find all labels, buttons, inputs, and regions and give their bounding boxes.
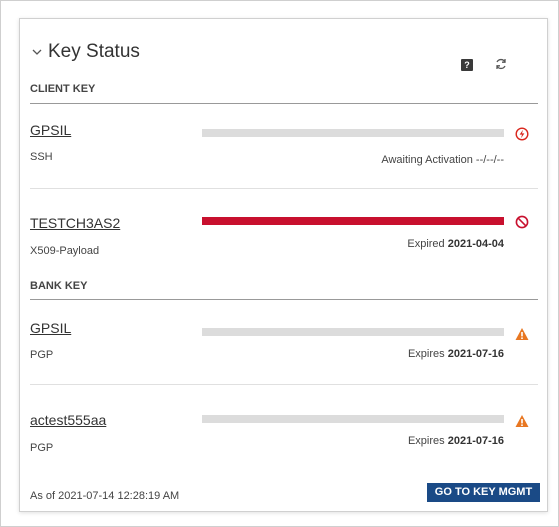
key-type: X509-Payload xyxy=(30,245,100,257)
chevron-down-icon xyxy=(32,49,42,55)
go-to-key-mgmt-button[interactable]: GO TO KEY MGMT xyxy=(427,483,540,502)
key-progress-bar xyxy=(202,328,504,336)
row-divider xyxy=(30,384,538,385)
help-icon[interactable]: ? xyxy=(461,59,473,71)
page-frame: Key Status ? CLIENT KEY GPSIL SSH Awaiti… xyxy=(0,0,559,527)
lightning-circle-icon xyxy=(515,127,529,141)
bank-key-section-label: BANK KEY xyxy=(30,280,88,292)
key-type: SSH xyxy=(30,151,53,163)
key-status-text: Expired 2021-04-04 xyxy=(407,238,504,250)
warning-triangle-icon xyxy=(515,328,529,340)
status-prefix: Expires xyxy=(407,435,445,447)
key-status-widget: Key Status ? CLIENT KEY GPSIL SSH Awaiti… xyxy=(19,18,548,512)
client-key-section-label: CLIENT KEY xyxy=(30,83,96,95)
status-prefix: Awaiting Activation xyxy=(381,154,473,166)
status-value: 2021-07-16 xyxy=(447,348,504,360)
key-progress-bar xyxy=(202,415,504,423)
key-name-link[interactable]: GPSIL xyxy=(30,122,71,138)
key-type: PGP xyxy=(30,442,54,454)
key-type: PGP xyxy=(30,349,54,361)
as-of-timestamp: As of 2021-07-14 12:28:19 AM xyxy=(30,490,180,502)
status-prefix: Expired xyxy=(407,238,445,250)
refresh-icon[interactable] xyxy=(494,57,508,71)
key-progress-fill xyxy=(202,217,504,225)
key-name-link[interactable]: actest555aa xyxy=(30,412,106,428)
warning-triangle-icon xyxy=(515,415,529,427)
status-value: 2021-07-16 xyxy=(447,435,504,447)
prohibited-icon xyxy=(515,215,529,229)
key-progress-bar xyxy=(202,129,504,137)
row-divider xyxy=(30,188,538,189)
client-key-divider xyxy=(30,103,538,104)
status-value: 2021-04-04 xyxy=(447,238,504,250)
key-status-text: Expires 2021-07-16 xyxy=(408,435,504,447)
key-status-text: Expires 2021-07-16 xyxy=(408,348,504,360)
key-name-link[interactable]: TESTCH3AS2 xyxy=(30,215,120,231)
status-prefix: Expires xyxy=(407,348,445,360)
key-progress-bar xyxy=(202,217,504,225)
widget-header[interactable]: Key Status xyxy=(31,41,140,63)
status-value: --/--/-- xyxy=(475,154,504,166)
widget-title: Key Status xyxy=(48,41,140,62)
key-name-link[interactable]: GPSIL xyxy=(30,320,71,336)
bank-key-divider xyxy=(30,299,538,300)
key-status-text: Awaiting Activation --/--/-- xyxy=(381,154,504,166)
